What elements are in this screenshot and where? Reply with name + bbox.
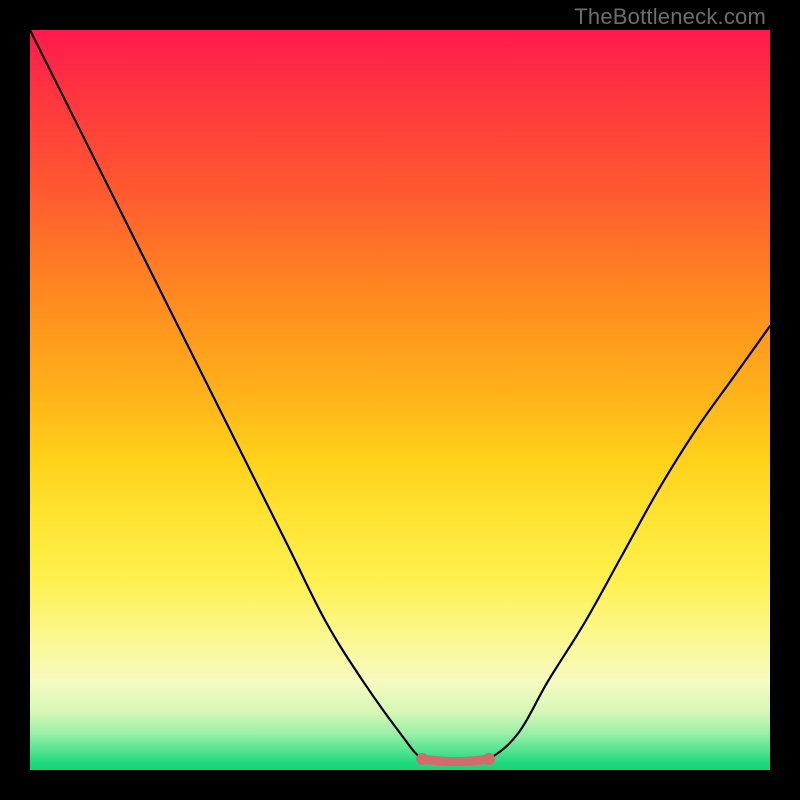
curve-path xyxy=(30,30,770,763)
chart-frame: TheBottleneck.com xyxy=(0,0,800,800)
highlight-dot-right xyxy=(483,753,495,765)
gradient-plot-area xyxy=(30,30,770,770)
attribution-watermark: TheBottleneck.com xyxy=(574,4,766,30)
highlight-dot-left xyxy=(416,753,428,765)
bottleneck-curve xyxy=(30,30,770,770)
highlight-segment xyxy=(422,759,489,762)
